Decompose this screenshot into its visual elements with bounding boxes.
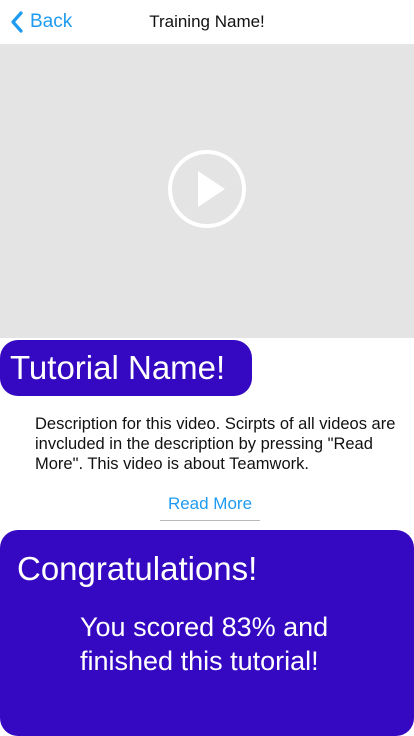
video-player[interactable] bbox=[0, 45, 414, 338]
navigation-bar: Back Training Name! bbox=[0, 0, 414, 45]
tutorial-name-banner: Tutorial Name! bbox=[0, 340, 252, 396]
play-circle-icon bbox=[167, 150, 247, 233]
result-card: Congratulations! You scored 83% and fini… bbox=[0, 530, 414, 736]
score-message: You scored 83% and finished this tutoria… bbox=[80, 612, 329, 676]
tutorial-title: Tutorial Name! bbox=[10, 349, 226, 386]
page-title: Training Name! bbox=[149, 12, 265, 31]
video-description: Description for this video. Scirpts of a… bbox=[35, 415, 396, 473]
congratulations-title: Congratulations! bbox=[17, 550, 258, 587]
read-more-link[interactable]: Read More bbox=[160, 494, 260, 521]
play-button[interactable] bbox=[167, 149, 247, 229]
